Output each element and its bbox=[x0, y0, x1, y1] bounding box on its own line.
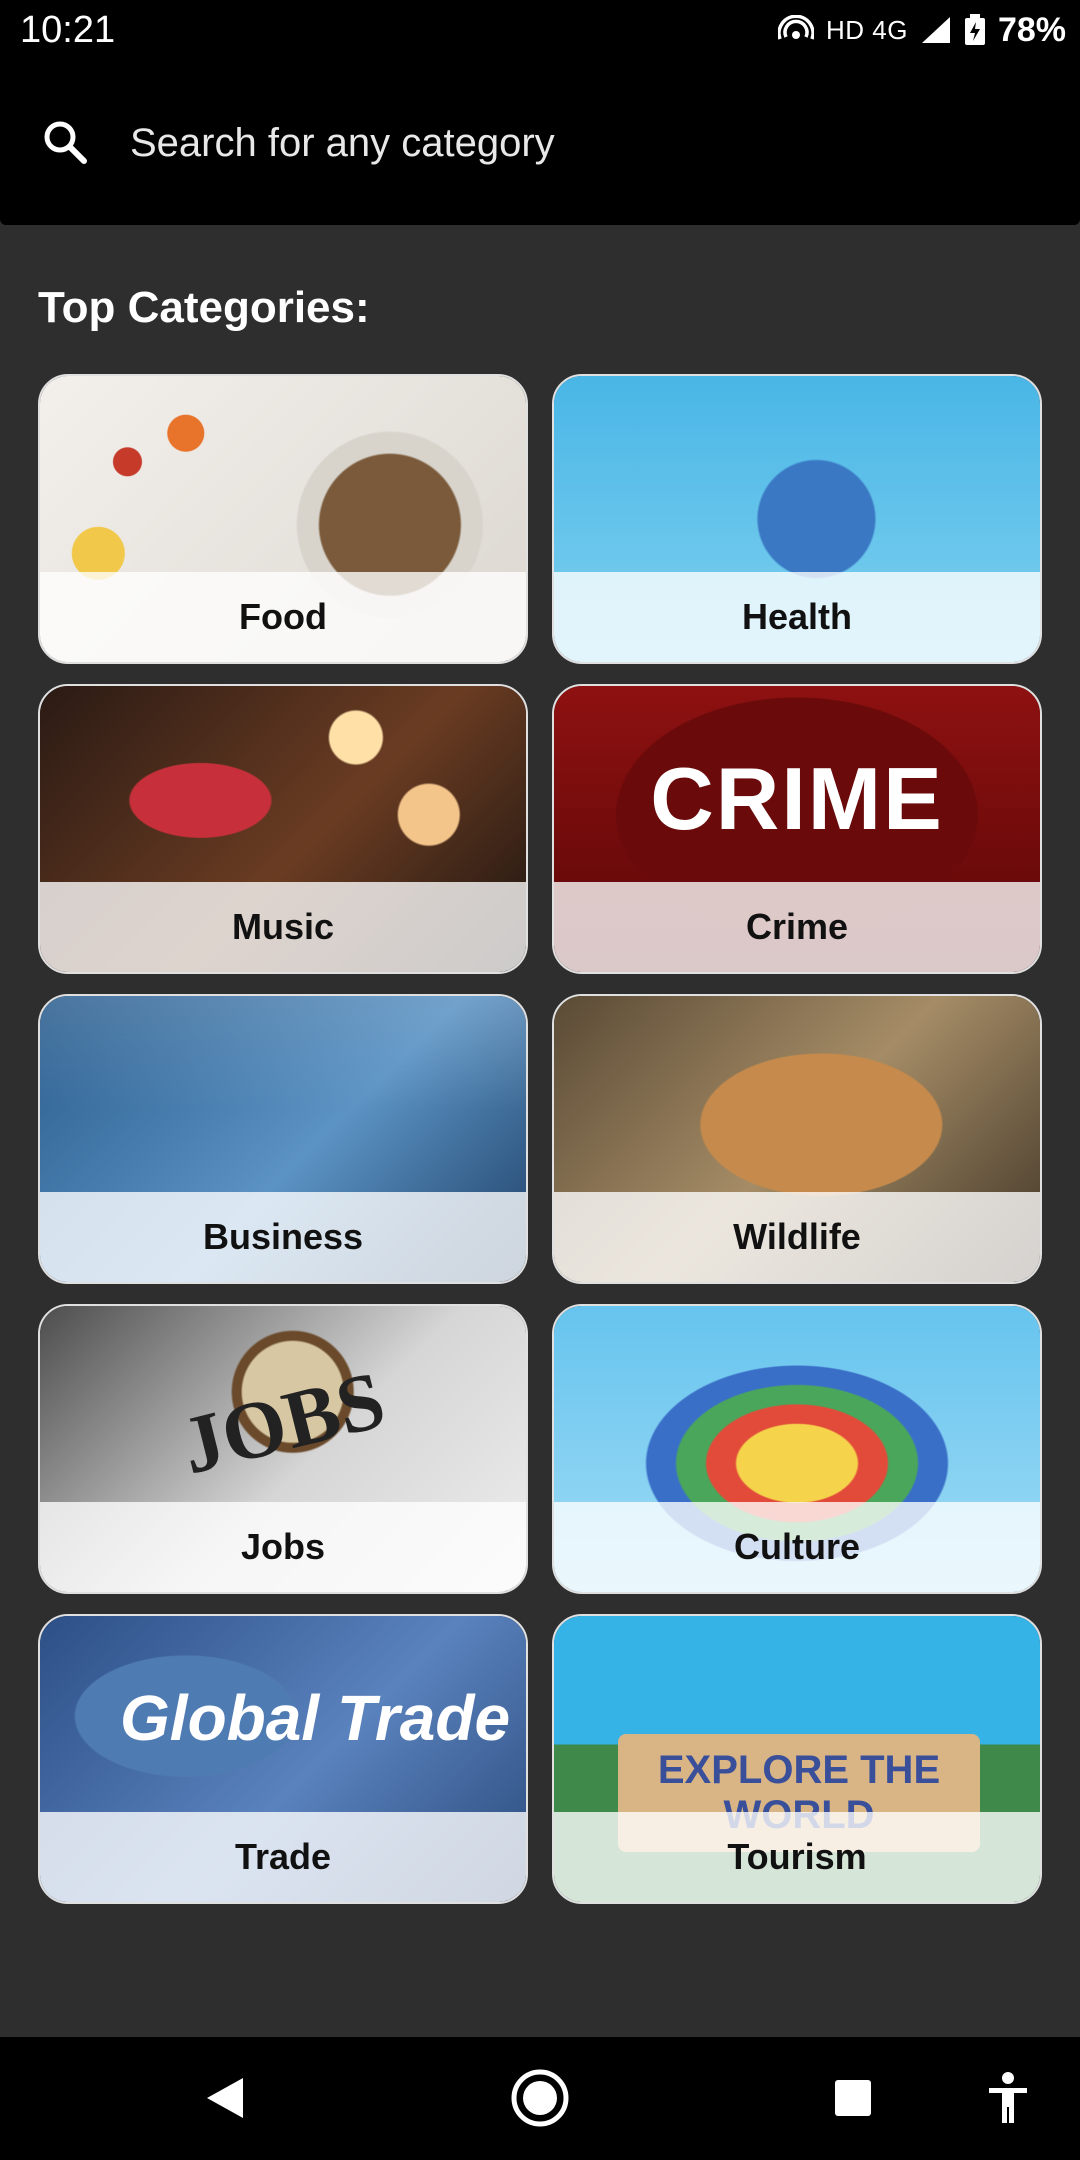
category-label: Crime bbox=[745, 906, 849, 947]
category-card-food[interactable]: Food bbox=[38, 374, 528, 664]
category-label: Wildlife bbox=[733, 1216, 861, 1257]
status-time: 10:21 bbox=[20, 9, 116, 51]
card-label-band: Food bbox=[40, 572, 526, 662]
category-card-health[interactable]: Health bbox=[552, 374, 1042, 664]
category-card-crime[interactable]: CRIME Crime bbox=[552, 684, 1042, 974]
category-card-business[interactable]: Business bbox=[38, 994, 528, 1284]
category-label: Food bbox=[239, 596, 327, 637]
accessibility-button[interactable] bbox=[973, 2063, 1043, 2133]
category-grid: Food Health Music CRIME Crime Business W… bbox=[38, 374, 1042, 1904]
category-label: Trade bbox=[234, 1836, 332, 1877]
card-label-band: Crime bbox=[554, 882, 1040, 972]
network-type: HD 4G bbox=[825, 14, 908, 45]
category-label: Music bbox=[231, 906, 335, 947]
search-input[interactable] bbox=[128, 112, 1012, 174]
home-button[interactable] bbox=[505, 2063, 575, 2133]
status-icons: HD 4G 78% bbox=[777, 8, 1066, 52]
card-label-band: Tourism bbox=[554, 1812, 1040, 1902]
battery-percentage: 78% bbox=[997, 10, 1066, 49]
category-card-tourism[interactable]: EXPLORE THE WORLD Tourism bbox=[552, 1614, 1042, 1904]
card-label-band: Wildlife bbox=[554, 1192, 1040, 1282]
category-card-wildlife[interactable]: Wildlife bbox=[552, 994, 1042, 1284]
category-card-music[interactable]: Music bbox=[38, 684, 528, 974]
status-bar: 10:21 HD 4G 78% bbox=[0, 0, 1080, 60]
card-label-band: Music bbox=[40, 882, 526, 972]
signal-icon bbox=[921, 17, 950, 43]
home-icon bbox=[511, 2069, 569, 2127]
card-label-band: Trade bbox=[40, 1812, 526, 1902]
hotspot-icon bbox=[777, 15, 814, 40]
section-title: Top Categories: bbox=[38, 283, 370, 332]
category-card-culture[interactable]: Culture bbox=[552, 1304, 1042, 1594]
category-card-jobs[interactable]: JOBS Jobs bbox=[38, 1304, 528, 1594]
category-label: Jobs bbox=[240, 1526, 326, 1567]
crime-image-text: CRIME bbox=[650, 749, 944, 848]
trade-image-text: Global Trade bbox=[120, 1682, 511, 1754]
category-label: Culture bbox=[734, 1526, 860, 1567]
category-label: Tourism bbox=[727, 1836, 867, 1877]
card-label-band: Culture bbox=[554, 1502, 1040, 1592]
navigation-bar bbox=[0, 2037, 1080, 2160]
category-card-trade[interactable]: Global Trade Trade bbox=[38, 1614, 528, 1904]
search-icon[interactable] bbox=[40, 117, 90, 167]
battery-icon bbox=[964, 14, 985, 45]
back-button[interactable] bbox=[190, 2063, 260, 2133]
recents-button[interactable] bbox=[818, 2063, 888, 2133]
search-bar[interactable] bbox=[0, 60, 1080, 225]
back-icon bbox=[207, 2078, 243, 2118]
category-label: Business bbox=[202, 1216, 364, 1257]
recents-icon bbox=[835, 2080, 871, 2116]
jobs-image-text: JOBS bbox=[172, 1353, 394, 1492]
card-label-band: Jobs bbox=[40, 1502, 526, 1592]
card-label-band: Health bbox=[554, 572, 1040, 662]
accessibility-icon bbox=[989, 2072, 1027, 2123]
category-label: Health bbox=[741, 596, 853, 637]
card-label-band: Business bbox=[40, 1192, 526, 1282]
